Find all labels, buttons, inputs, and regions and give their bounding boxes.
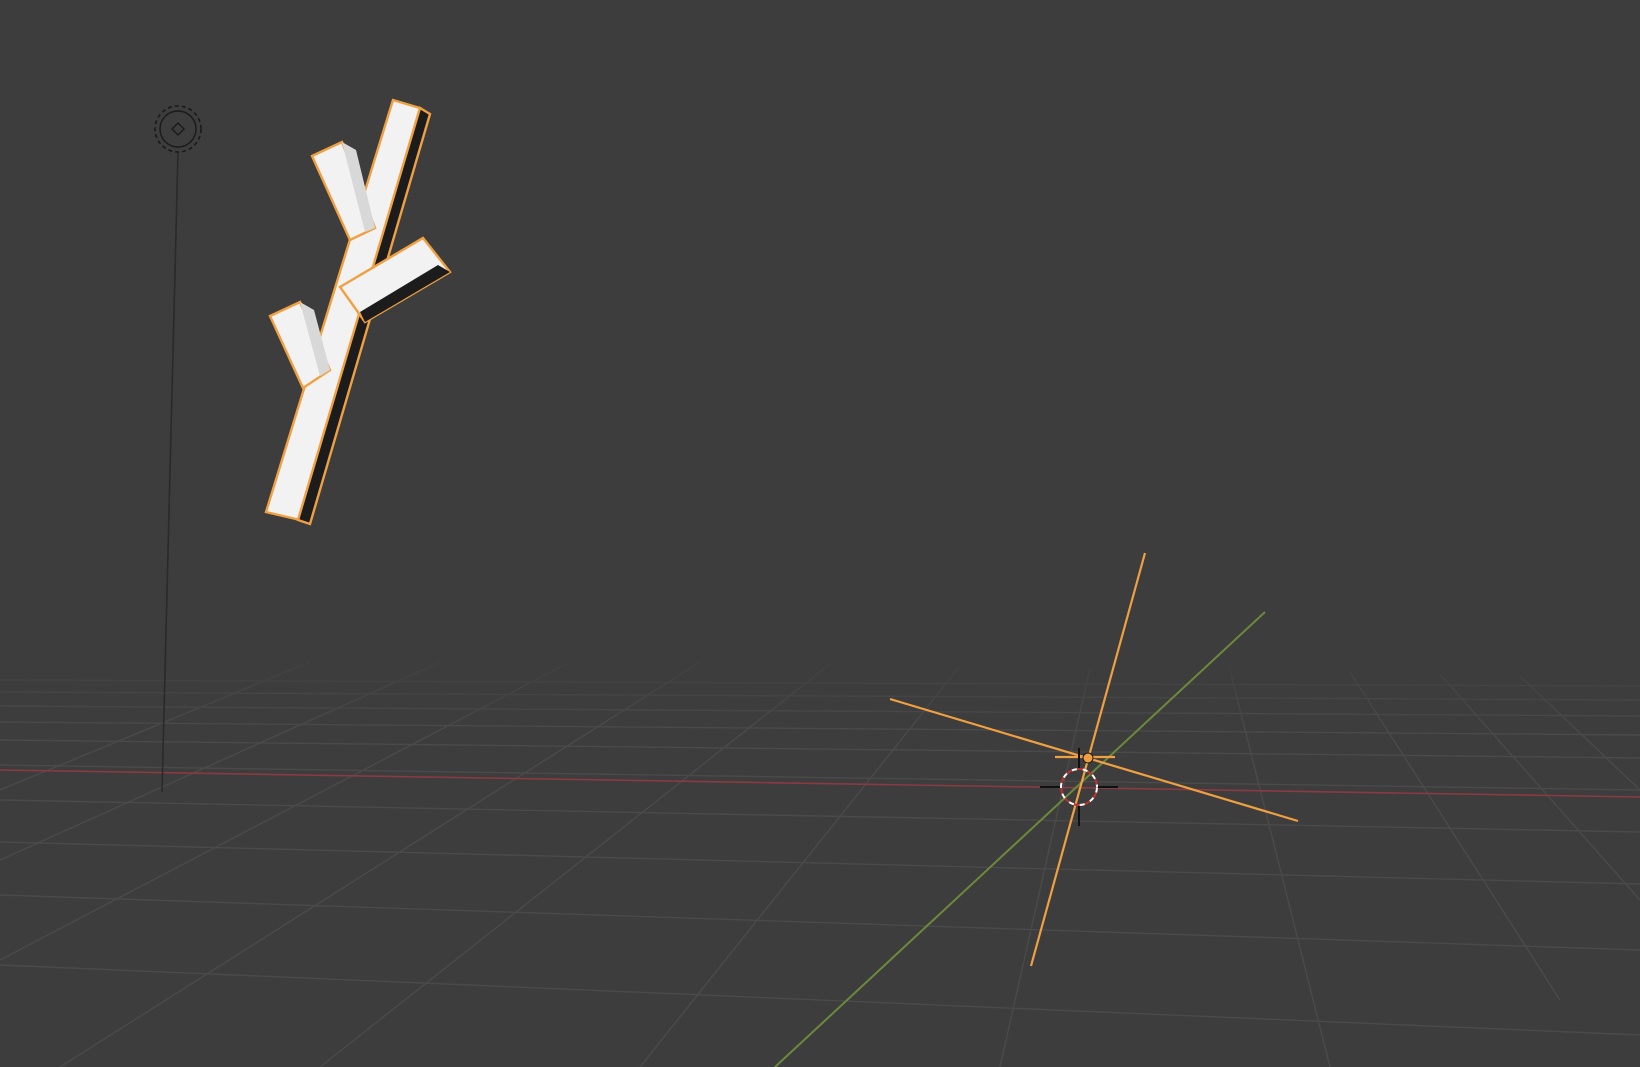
branch-mesh-object[interactable]: [264, 98, 452, 526]
light-inner-ring: [159, 110, 197, 148]
light-diamond-icon: [171, 122, 185, 136]
empty-origin-dot[interactable]: [1082, 752, 1094, 764]
x-axis-line: [0, 769, 1640, 798]
3d-viewport[interactable]: [0, 0, 1640, 1067]
grid-fog: [0, 640, 1640, 730]
light-outer-ring: [154, 105, 202, 153]
